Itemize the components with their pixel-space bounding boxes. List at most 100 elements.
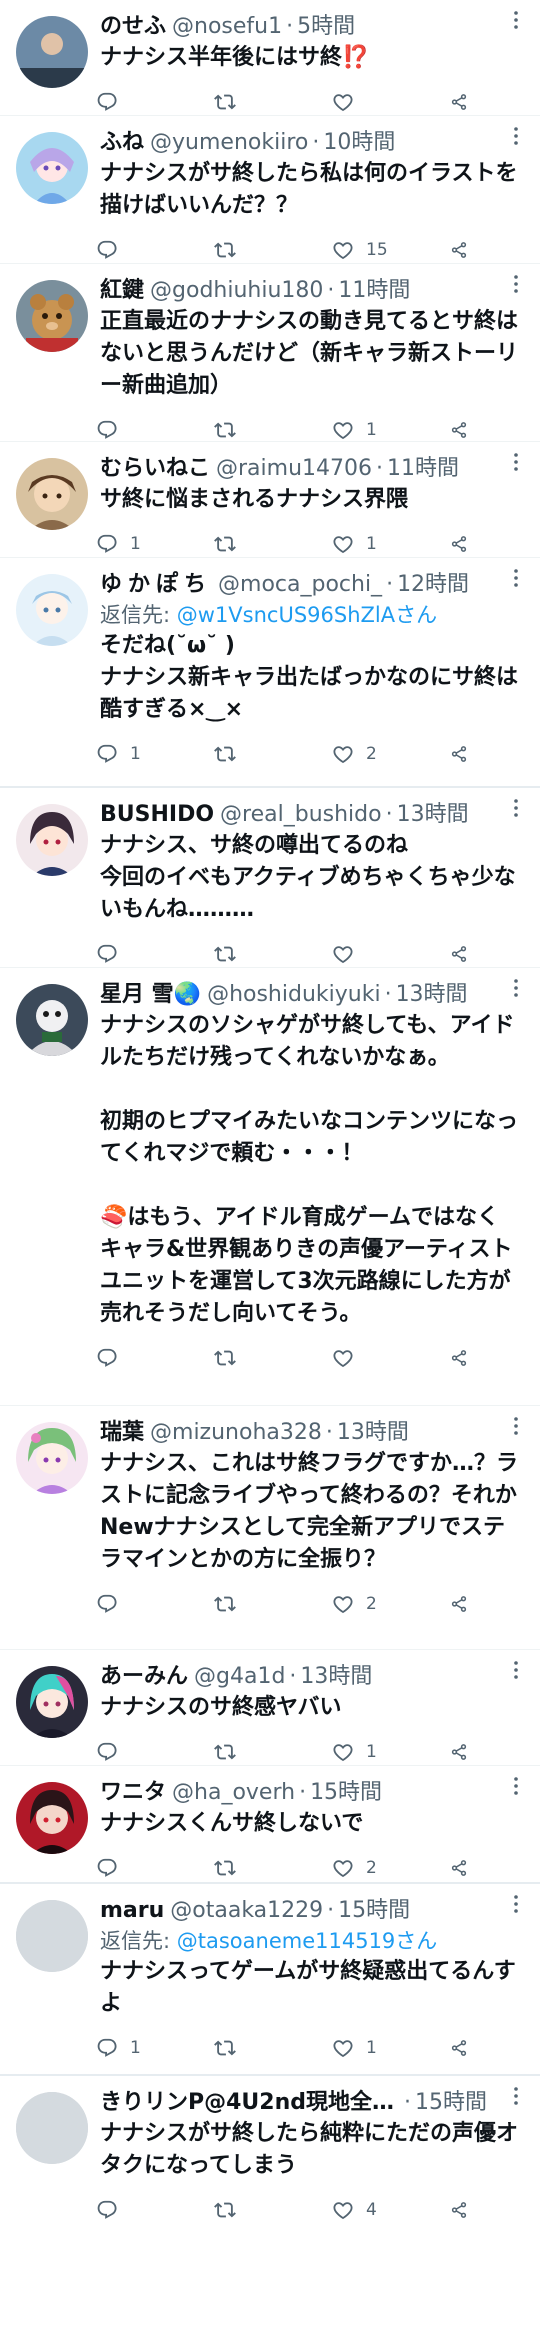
reply-button[interactable]: 1	[96, 533, 206, 555]
like-button[interactable]	[332, 1347, 442, 1369]
like-button[interactable]: 1	[332, 1741, 442, 1763]
reply-button[interactable]	[96, 91, 206, 113]
tweet[interactable]: maru @otaaka1229 · 15時間 返信先: @tasoaneme1…	[0, 1884, 540, 2076]
avatar[interactable]	[16, 1666, 88, 1738]
avatar[interactable]	[16, 984, 88, 1056]
timestamp[interactable]: 13時間	[300, 1662, 372, 1692]
like-button[interactable]: 1	[332, 533, 442, 555]
like-button[interactable]: 4	[332, 2199, 442, 2221]
user-handle[interactable]: @moca_pochi_	[218, 570, 382, 600]
more-icon[interactable]	[506, 2086, 526, 2106]
share-button[interactable]	[450, 533, 480, 555]
display-name[interactable]: むらいねこ	[100, 454, 210, 484]
retweet-button[interactable]	[214, 239, 324, 261]
avatar[interactable]	[16, 458, 88, 530]
more-icon[interactable]	[506, 798, 526, 818]
tweet[interactable]: あーみん @g4a1d · 13時間 ナナシスのサ終感ヤバい 1	[0, 1650, 540, 1766]
timestamp[interactable]: 13時間	[396, 980, 468, 1010]
reply-button[interactable]	[96, 239, 206, 261]
timestamp[interactable]: 10時間	[323, 128, 395, 158]
user-handle[interactable]: @real_bushido	[220, 800, 382, 830]
reply-to-mention[interactable]: @w1VsncUS96ShZlAさん	[177, 603, 437, 627]
share-button[interactable]	[450, 1593, 480, 1615]
more-icon[interactable]	[506, 452, 526, 472]
more-icon[interactable]	[506, 1776, 526, 1796]
display-name[interactable]: maru	[100, 1896, 164, 1926]
share-button[interactable]	[450, 2199, 480, 2221]
share-button[interactable]	[450, 1857, 480, 1879]
user-handle[interactable]: @raimu14706	[216, 454, 372, 484]
reply-button[interactable]	[96, 1347, 206, 1369]
timestamp[interactable]: 11時間	[338, 276, 410, 306]
like-button[interactable]	[332, 91, 442, 113]
reply-button[interactable]: 1	[96, 2037, 206, 2059]
avatar[interactable]	[16, 1422, 88, 1494]
avatar[interactable]	[16, 1900, 88, 1972]
retweet-button[interactable]	[214, 1857, 324, 1879]
display-name[interactable]: あーみん	[100, 1662, 188, 1692]
more-icon[interactable]	[506, 1660, 526, 1680]
share-button[interactable]	[450, 743, 480, 765]
display-name[interactable]: ワニタ	[100, 1778, 166, 1808]
retweet-button[interactable]	[214, 419, 324, 441]
like-button[interactable]: 1	[332, 419, 442, 441]
display-name[interactable]: 瑞葉	[100, 1418, 144, 1448]
reply-button[interactable]	[96, 1741, 206, 1763]
user-handle[interactable]: @hoshidukiyuki	[207, 980, 381, 1010]
more-icon[interactable]	[506, 978, 526, 998]
display-name[interactable]: きりリンP@4U2nd現地全…	[100, 2088, 394, 2118]
tweet[interactable]: ワニタ @ha_overh · 15時間 ナナシスくんサ終しないで 2	[0, 1766, 540, 1884]
reply-button[interactable]	[96, 419, 206, 441]
avatar[interactable]	[16, 1782, 88, 1854]
timestamp[interactable]: 15時間	[415, 2088, 487, 2118]
display-name[interactable]: 星月 雪🌏	[100, 980, 201, 1010]
timestamp[interactable]: 15時間	[338, 1896, 410, 1926]
tweet[interactable]: ふね @yumenokiiro · 10時間 ナナシスがサ終したら私は何のイラス…	[0, 116, 540, 264]
share-button[interactable]	[450, 2037, 480, 2059]
share-button[interactable]	[450, 1347, 480, 1369]
reply-button[interactable]	[96, 1857, 206, 1879]
retweet-button[interactable]	[214, 1347, 324, 1369]
like-button[interactable]: 15	[332, 239, 442, 261]
timestamp[interactable]: 13時間	[397, 800, 469, 830]
retweet-button[interactable]	[214, 2037, 324, 2059]
more-icon[interactable]	[506, 274, 526, 294]
avatar[interactable]	[16, 16, 88, 88]
retweet-button[interactable]	[214, 1593, 324, 1615]
avatar[interactable]	[16, 132, 88, 204]
display-name[interactable]: 紅鍵	[100, 276, 144, 306]
share-button[interactable]	[450, 419, 480, 441]
more-icon[interactable]	[506, 1894, 526, 1914]
timestamp[interactable]: 13時間	[337, 1418, 409, 1448]
reply-to-mention[interactable]: @tasoaneme114519さん	[177, 1929, 438, 1953]
share-button[interactable]	[450, 239, 480, 261]
tweet[interactable]: ゆかぽち @moca_pochi_ · 12時間 返信先: @w1VsncUS9…	[0, 558, 540, 788]
tweet[interactable]: のせふ @nosefu1 · 5時間 ナナシス半年後にはサ終⁉️	[0, 0, 540, 116]
more-icon[interactable]	[506, 10, 526, 30]
user-handle[interactable]: @mizunoha328	[150, 1418, 322, 1448]
retweet-button[interactable]	[214, 533, 324, 555]
timestamp[interactable]: 11時間	[387, 454, 459, 484]
user-handle[interactable]: @nosefu1	[172, 12, 282, 42]
share-button[interactable]	[450, 91, 480, 113]
user-handle[interactable]: @g4a1d	[194, 1662, 285, 1692]
tweet[interactable]: 星月 雪🌏 @hoshidukiyuki · 13時間 ナナシスのソシャゲがサ終…	[0, 968, 540, 1406]
share-button[interactable]	[450, 1741, 480, 1763]
tweet[interactable]: きりリンP@4U2nd現地全… · 15時間 ナナシスがサ終したら純粋にただの声…	[0, 2076, 540, 2220]
user-handle[interactable]: @otaaka1229	[170, 1896, 323, 1926]
like-button[interactable]	[332, 943, 442, 965]
user-handle[interactable]: @godhiuhiu180	[150, 276, 323, 306]
more-icon[interactable]	[506, 126, 526, 146]
share-button[interactable]	[450, 943, 480, 965]
timestamp[interactable]: 5時間	[297, 12, 355, 42]
retweet-button[interactable]	[214, 1741, 324, 1763]
like-button[interactable]: 2	[332, 1857, 442, 1879]
timestamp[interactable]: 12時間	[397, 570, 469, 600]
retweet-button[interactable]	[214, 2199, 324, 2221]
more-icon[interactable]	[506, 568, 526, 588]
avatar[interactable]	[16, 2092, 88, 2164]
display-name[interactable]: BUSHIDO	[100, 800, 214, 830]
display-name[interactable]: のせふ	[100, 12, 166, 42]
timestamp[interactable]: 15時間	[310, 1778, 382, 1808]
retweet-button[interactable]	[214, 743, 324, 765]
